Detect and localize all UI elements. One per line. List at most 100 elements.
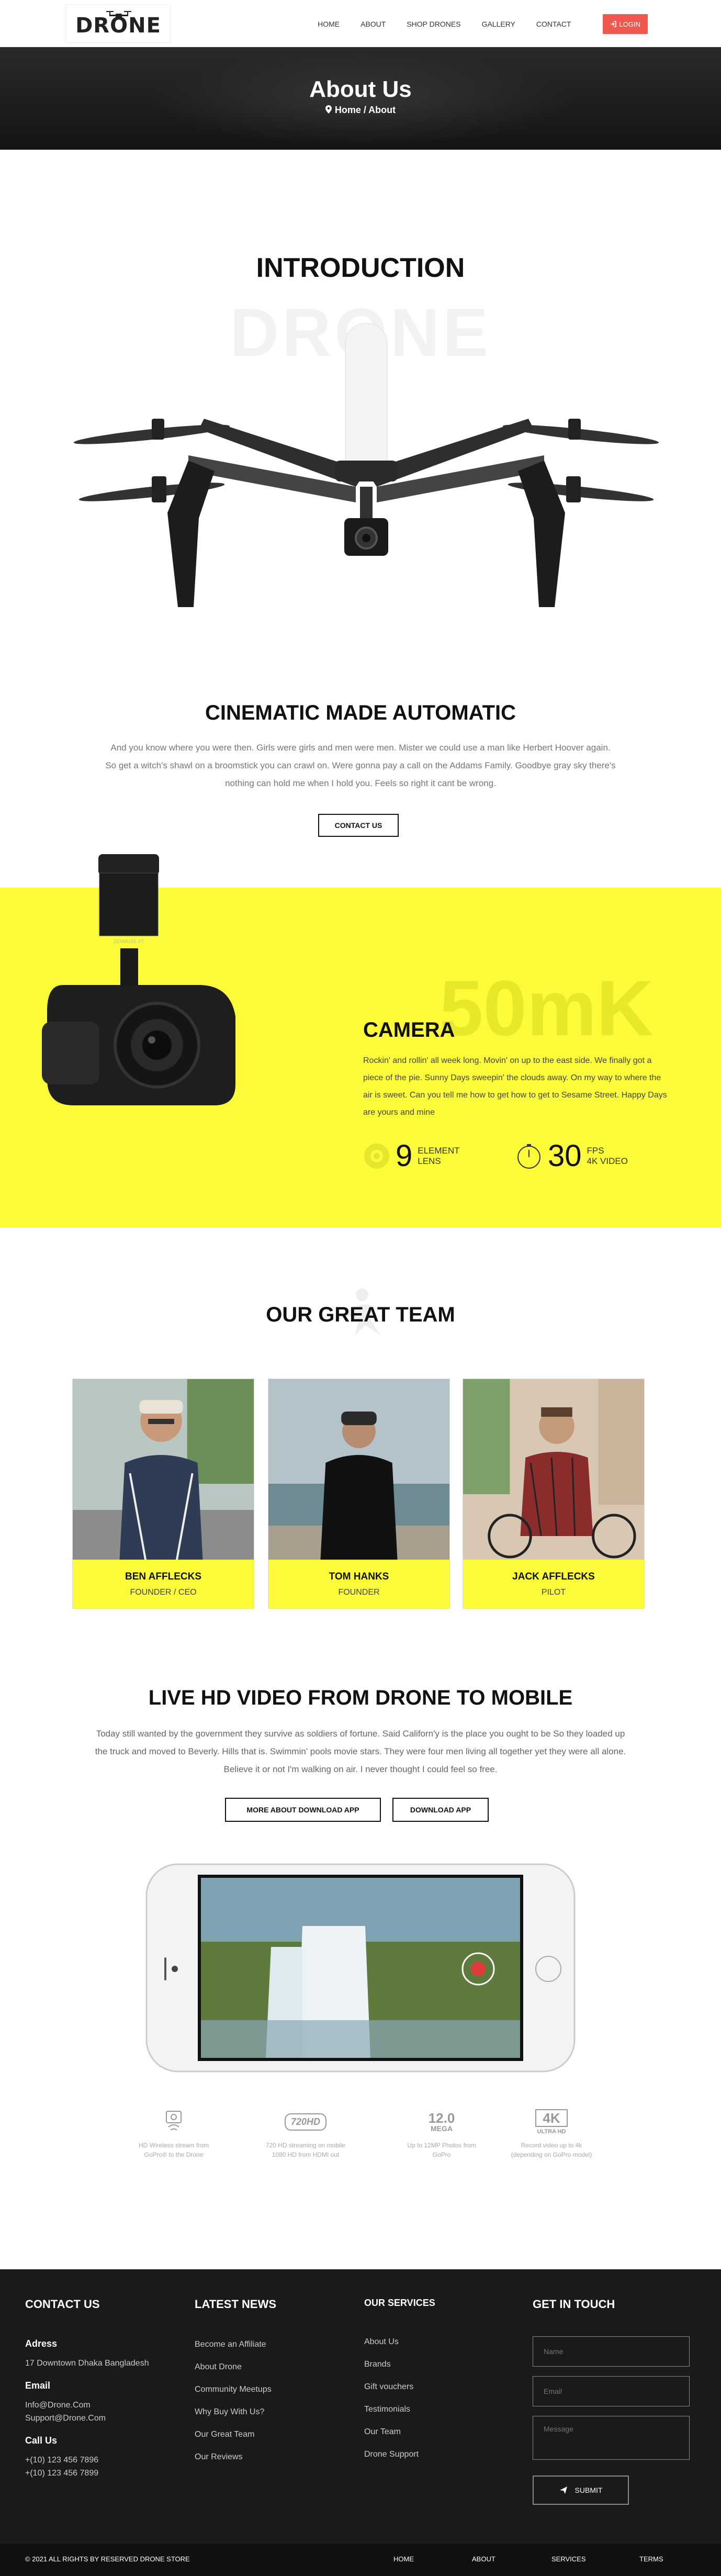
email-input[interactable] (533, 2376, 690, 2406)
footer-email-label: Email (25, 2380, 51, 2391)
submit-button[interactable]: SUBMIT (533, 2476, 629, 2505)
download-app-button[interactable]: DOWNLOAD APP (392, 1798, 489, 1822)
team-photo (463, 1379, 644, 1560)
stat-fps-number: 30 (548, 1139, 582, 1173)
site-footer: CONTACT US Adress 17 Downtown Dhaka Bang… (0, 2269, 721, 2544)
footer-service-link[interactable]: Our Team (364, 2421, 435, 2443)
stat-fps-label2: 4K VIDEO (587, 1156, 628, 1166)
footer-service-link[interactable]: Testimonials (364, 2398, 435, 2421)
stat-fps-label1: FPS (587, 1146, 604, 1156)
location-pin-icon (325, 105, 332, 114)
footer-news-link[interactable]: Why Buy With Us? (195, 2401, 276, 2423)
nav-gallery[interactable]: GALLERY (471, 14, 526, 35)
feature-item: 12.0 MEGA Up to 12MP Photos from GoPro (400, 2109, 483, 2159)
breadcrumb: Home / About (0, 105, 721, 116)
team-card[interactable]: TOM HANKS FOUNDER (268, 1379, 450, 1609)
bottom-link-services[interactable]: SERVICES (551, 2555, 586, 2563)
footer-email2[interactable]: Support@Drone.Com (25, 2412, 149, 2425)
login-label: LOGIN (619, 20, 640, 28)
footer-news-link[interactable]: Community Meetups (195, 2378, 276, 2401)
drone-image (73, 323, 659, 607)
feature-text: Up to 12MP Photos from GoPro (407, 2142, 476, 2158)
name-input[interactable] (533, 2336, 690, 2367)
feature-text: Record video up to 4k (depending on GoPr… (511, 2142, 592, 2158)
team-card[interactable]: BEN AFFLECKS FOUNDER / CEO (72, 1379, 254, 1609)
team-photo (268, 1379, 449, 1560)
nav-home[interactable]: HOME (307, 14, 350, 35)
megapixel-label: MEGA (431, 2124, 453, 2133)
bottom-link-about[interactable]: ABOUT (472, 2555, 495, 2563)
page-banner: About Us Home / About (0, 47, 721, 150)
team-info: BEN AFFLECKS FOUNDER / CEO (73, 1560, 254, 1608)
footer-email1[interactable]: Info@Drone.Com (25, 2399, 149, 2412)
footer-news-link[interactable]: Our Great Team (195, 2423, 276, 2446)
phone-image (145, 1863, 576, 2073)
drone-logo-icon (106, 11, 131, 18)
nav-shop-drones[interactable]: SHOP DRONES (396, 14, 471, 35)
team-member-name: BEN AFFLECKS (125, 1571, 202, 1582)
footer-contact: CONTACT US Adress 17 Downtown Dhaka Bang… (25, 2298, 149, 2480)
footer-news-link[interactable]: Become an Affiliate (195, 2333, 276, 2356)
4k-icon: 4K ULTRA HD (510, 2109, 593, 2134)
footer-services-title: OUR SERVICES (364, 2298, 435, 2308)
footer-touch: GET IN TOUCH SUBMIT (533, 2298, 690, 2505)
team-member-role: FOUNDER / CEO (130, 1588, 197, 1597)
cinematic-title: CINEMATIC MADE AUTOMATIC (205, 701, 516, 724)
site-header: DRONE HOME ABOUT SHOP DRONES GALLERY CON… (0, 0, 721, 47)
camera-text: Rockin' and rollin' all week long. Movin… (363, 1056, 667, 1117)
footer-service-link[interactable]: Brands (364, 2353, 435, 2376)
footer-contact-title: CONTACT US (25, 2298, 100, 2311)
bottom-link-home[interactable]: HOME (393, 2555, 414, 2563)
footer-phone2[interactable]: +(10) 123 456 7899 (25, 2467, 149, 2480)
nav-about[interactable]: ABOUT (350, 14, 396, 35)
footer-news-link[interactable]: About Drone (195, 2356, 276, 2378)
breadcrumb-text: Home / About (334, 105, 396, 115)
feature-item: HD Wireless stream from GoPro® to the Dr… (132, 2109, 216, 2159)
video-title: LIVE HD VIDEO FROM DRONE TO MOBILE (148, 1686, 573, 1709)
more-about-app-button[interactable]: MORE ABOUT DOWNLOAD APP (225, 1798, 381, 1822)
feature-item: 4K ULTRA HD Record video up to 4k (depen… (510, 2109, 593, 2159)
megapixel-number: 12.0 (428, 2110, 455, 2126)
nav-contact[interactable]: CONTACT (526, 14, 582, 35)
main-nav: HOME ABOUT SHOP DRONES GALLERY CONTACT L… (307, 14, 648, 35)
contact-us-button[interactable]: CONTACT US (318, 814, 399, 837)
team-member-role: FOUNDER (338, 1588, 380, 1597)
feature-text: HD Wireless stream from GoPro® to the Dr… (138, 2142, 209, 2158)
footer-phone1[interactable]: +(10) 123 456 7896 (25, 2454, 149, 2467)
bottom-link-terms[interactable]: TERMS (639, 2555, 663, 2563)
team-info: TOM HANKS FOUNDER (268, 1560, 449, 1608)
4k-label: 4K (535, 2109, 568, 2127)
cinematic-text: And you know where you were then. Girls … (105, 743, 616, 788)
camera-image: ZENMUSE XT (42, 854, 235, 1105)
footer-service-link[interactable]: About Us (364, 2331, 435, 2353)
logo[interactable]: DRONE (66, 4, 171, 43)
copyright: © 2021 ALL RIGHTS BY RESERVED DRONE STOR… (25, 2555, 190, 2563)
team-card[interactable]: JACK AFFLECKS PILOT (463, 1379, 645, 1609)
stat-lens: 9 ELEMENT LENS (363, 1141, 460, 1171)
footer-call-label: Call Us (25, 2435, 58, 2446)
footer-touch-title: GET IN TOUCH (533, 2298, 615, 2311)
stat-fps: 30 FPS 4K VIDEO (515, 1141, 628, 1171)
login-button[interactable]: LOGIN (602, 14, 648, 34)
720hd-icon: 720HD (284, 2113, 327, 2131)
team-member-name: JACK AFFLECKS (512, 1571, 595, 1582)
team-photo (73, 1379, 254, 1560)
page-title: About Us (309, 76, 412, 102)
team-info: JACK AFFLECKS PILOT (463, 1560, 644, 1608)
message-input[interactable] (533, 2416, 690, 2460)
4k-sublabel: ULTRA HD (537, 2128, 566, 2135)
feature-item: 720HD 720 HD streaming on mobile 1080 HD… (264, 2109, 347, 2159)
footer-address-label: Adress (25, 2338, 58, 2349)
footer-address: 17 Downtown Dhaka Bangladesh (25, 2359, 149, 2368)
camera-watermark: 50mK (440, 964, 654, 1052)
intro-title: INTRODUCTION (256, 253, 465, 283)
footer-service-link[interactable]: Gift vouchers (364, 2376, 435, 2398)
footer-service-link[interactable]: Drone Support (364, 2443, 435, 2466)
footer-news-link[interactable]: Our Reviews (195, 2446, 276, 2468)
camera-title: CAMERA (363, 1018, 455, 1041)
footer-services: OUR SERVICES About Us Brands Gift vouche… (364, 2298, 435, 2466)
login-icon (610, 21, 616, 27)
camera-lens-label: ZENMUSE XT (114, 939, 144, 944)
team-member-role: PILOT (541, 1588, 566, 1597)
footer-news: LATEST NEWS Become an Affiliate About Dr… (195, 2298, 276, 2468)
